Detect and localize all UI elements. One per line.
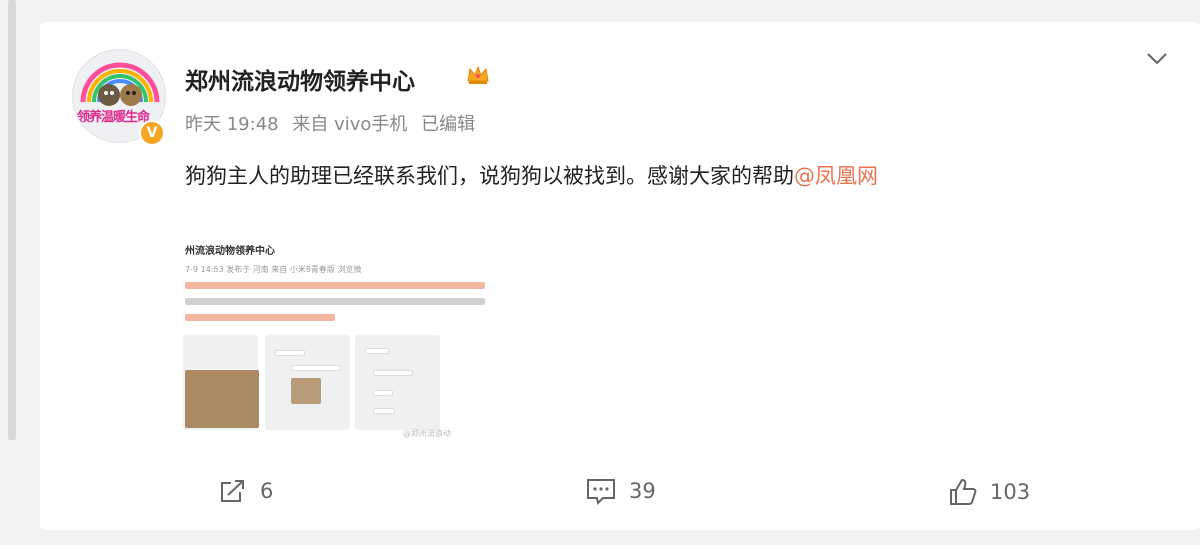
thumb-bubble bbox=[373, 370, 413, 376]
post-text: 狗狗主人的助理已经联系我们，说狗狗以被找到。感谢大家的帮助 bbox=[185, 164, 794, 188]
thumb-line bbox=[185, 282, 485, 289]
scrollbar[interactable] bbox=[8, 0, 16, 440]
chevron-down-icon[interactable] bbox=[1143, 44, 1171, 72]
thumb-header: 州流浪动物领养中心 bbox=[185, 246, 275, 257]
thumb-dog-photo bbox=[291, 378, 321, 404]
repost-count: 6 bbox=[260, 479, 274, 503]
post-edited[interactable]: 已编辑 bbox=[421, 114, 475, 135]
thumb-bubble bbox=[275, 350, 305, 356]
thumb-dog-photo bbox=[185, 370, 259, 428]
thumb-bubble bbox=[373, 390, 393, 396]
like-count: 103 bbox=[990, 480, 1031, 504]
post-card: 领养温暖生命 V 郑州流浪动物领养中心 昨天 19:48 来自 vivo手机 已… bbox=[40, 22, 1200, 530]
thumb-bubble bbox=[291, 365, 341, 371]
post-meta: 昨天 19:48 来自 vivo手机 已编辑 bbox=[185, 110, 483, 136]
repost-icon bbox=[221, 480, 244, 502]
post-source: 来自 vivo手机 bbox=[292, 114, 408, 135]
thumb-meta: 7-9 14:53 发布于 河南 来自 小米8青春版 浏览微 bbox=[185, 265, 362, 274]
thumb-line bbox=[185, 298, 485, 305]
post-image[interactable]: 州流浪动物领养中心 7-9 14:53 发布于 河南 来自 小米8青春版 浏览微… bbox=[183, 230, 490, 444]
post-body: 狗狗主人的助理已经联系我们，说狗狗以被找到。感谢大家的帮助@凤凰网 bbox=[185, 160, 878, 190]
crown-icon bbox=[466, 64, 490, 91]
thumb-watermark: @郑州流浪动 bbox=[403, 429, 451, 438]
post-time[interactable]: 昨天 19:48 bbox=[185, 114, 279, 135]
verified-badge-icon: V bbox=[139, 120, 165, 146]
thumb-bubble bbox=[365, 348, 389, 354]
mention-link[interactable]: @凤凰网 bbox=[794, 164, 878, 188]
comment-count: 39 bbox=[629, 479, 656, 503]
repost-button[interactable]: 6 bbox=[218, 477, 273, 505]
comment-button[interactable]: 39 bbox=[585, 477, 656, 505]
username[interactable]: 郑州流浪动物领养中心 bbox=[185, 62, 415, 96]
like-icon bbox=[950, 478, 977, 505]
comment-icon bbox=[587, 479, 615, 505]
thumb-bubble bbox=[373, 408, 395, 414]
avatar-caption: 领养温暖生命 bbox=[77, 110, 150, 125]
like-button[interactable]: 103 bbox=[948, 477, 1030, 507]
thumb-line bbox=[185, 314, 335, 321]
